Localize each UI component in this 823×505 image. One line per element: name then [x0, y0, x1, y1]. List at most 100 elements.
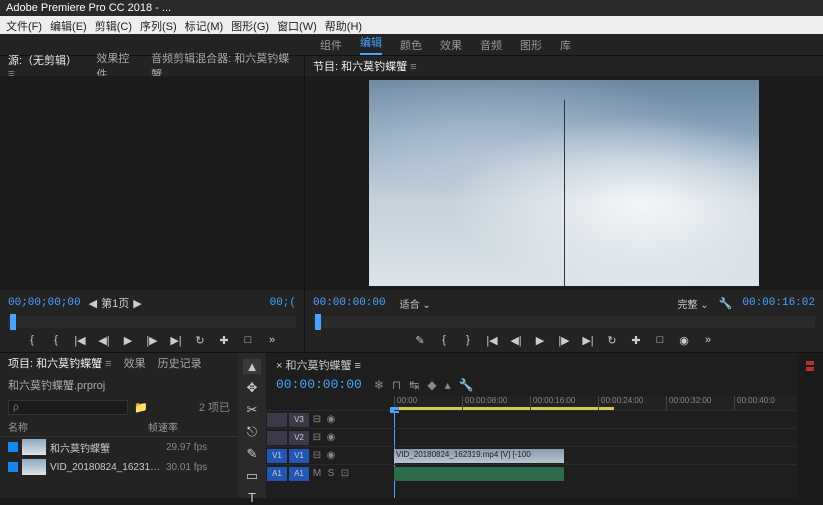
track-toggle-icon[interactable]: S — [324, 468, 338, 479]
track-bodies[interactable]: VID_20180824_162319.mp4 [V] [-100 — [394, 410, 797, 498]
transport-button[interactable]: { — [49, 333, 63, 347]
tool-button[interactable]: T — [243, 490, 261, 505]
track-source-button[interactable]: A1 — [267, 467, 287, 481]
transport-button[interactable]: ▶| — [581, 333, 595, 347]
track-target-button[interactable]: V1 — [289, 449, 309, 463]
fit-dropdown[interactable]: 适合 — [400, 296, 431, 311]
menu-item[interactable]: 标记(M) — [183, 18, 226, 32]
track-toggle-icon[interactable]: ⊟ — [310, 414, 324, 425]
workspace-tab[interactable]: 图形 — [520, 37, 542, 53]
transport-button[interactable]: ✎ — [413, 333, 427, 347]
transport-button[interactable]: » — [701, 333, 715, 347]
source-timecode-in[interactable]: 00;00;00;00 — [8, 297, 81, 309]
menu-item[interactable]: 帮助(H) — [323, 18, 364, 32]
track-toggle-icon[interactable]: M — [310, 468, 324, 479]
menu-item[interactable]: 序列(S) — [138, 18, 179, 32]
transport-button[interactable]: ↻ — [605, 333, 619, 347]
menu-item[interactable]: 编辑(E) — [48, 18, 89, 32]
project-panel-tab[interactable]: 效果 — [124, 355, 146, 371]
transport-button[interactable]: ▶ — [121, 333, 135, 347]
transport-button[interactable]: ◀| — [509, 333, 523, 347]
tool-button[interactable]: ✥ — [243, 380, 261, 396]
tool-button[interactable]: ⎋ — [243, 424, 261, 440]
transport-button[interactable]: ✚ — [217, 333, 231, 347]
track-target-button[interactable]: A1 — [289, 467, 309, 481]
pager-next-icon[interactable]: ▶ — [131, 297, 143, 310]
track-target-button[interactable]: V3 — [289, 413, 309, 427]
program-timecode-in[interactable]: 00:00:00:00 — [313, 297, 386, 309]
transport-button[interactable]: |◀ — [73, 333, 87, 347]
timeline-toggle-icon[interactable]: ▴ — [445, 378, 451, 392]
transport-button[interactable]: { — [437, 333, 451, 347]
timeline-timecode[interactable]: 00:00:00:00 — [276, 377, 362, 392]
project-panel-tab[interactable]: 历史记录 — [158, 355, 202, 371]
transport-button[interactable]: ▶| — [169, 333, 183, 347]
source-monitor[interactable] — [0, 76, 304, 290]
transport-button[interactable]: ↻ — [193, 333, 207, 347]
track-toggle-icon[interactable]: ⊟ — [310, 450, 324, 461]
pager-prev-icon[interactable]: ◀ — [87, 297, 99, 310]
track-toggle-icon[interactable]: ◉ — [324, 414, 338, 425]
menu-item[interactable]: 剪辑(C) — [93, 18, 134, 32]
track-body[interactable] — [394, 410, 797, 428]
program-timecode-out[interactable]: 00:00:16:02 — [742, 297, 815, 309]
transport-button[interactable]: » — [265, 333, 279, 347]
workspace-tab[interactable]: 组件 — [320, 37, 342, 53]
program-playhead-icon[interactable] — [315, 314, 321, 330]
transport-button[interactable]: ◉ — [677, 333, 691, 347]
source-timecode-out[interactable]: 00;( — [270, 297, 296, 309]
program-ruler[interactable] — [313, 316, 815, 328]
col-framerate[interactable]: 帧速率 — [148, 419, 178, 434]
tool-button[interactable]: ✂ — [243, 402, 261, 418]
program-monitor[interactable] — [305, 76, 823, 290]
workspace-tab[interactable]: 音频 — [480, 37, 502, 53]
track-source-button[interactable]: V1 — [267, 449, 287, 463]
transport-button[interactable]: |▶ — [145, 333, 159, 347]
workspace-tab[interactable]: 颜色 — [400, 37, 422, 53]
timeline-toggle-icon[interactable]: ◆ — [427, 378, 436, 392]
item-checkbox[interactable] — [8, 442, 18, 452]
transport-button[interactable]: { — [25, 333, 39, 347]
transport-button[interactable]: □ — [653, 333, 667, 347]
transport-button[interactable]: ▶ — [533, 333, 547, 347]
project-item[interactable]: 和六莫钓蝶蟹29.97 fps — [8, 437, 230, 457]
item-checkbox[interactable] — [8, 462, 18, 472]
transport-button[interactable]: □ — [241, 333, 255, 347]
track-body[interactable] — [394, 428, 797, 446]
track-toggle-icon[interactable]: ◉ — [324, 432, 338, 443]
workspace-tab[interactable]: 编辑 — [360, 34, 382, 55]
track-target-button[interactable]: V2 — [289, 431, 309, 445]
track-toggle-icon[interactable]: ⊟ — [310, 432, 324, 443]
program-tab[interactable]: 节目: 和六莫钓蝶蟹 — [313, 58, 417, 74]
timeline-ruler[interactable]: 00:0000:00:08:0000:00:16:0000:00:24:0000… — [394, 396, 797, 410]
menu-item[interactable]: 文件(F) — [4, 18, 44, 32]
menu-item[interactable]: 图形(G) — [229, 18, 271, 32]
project-item[interactable]: VID_20180824_162319.mp430.01 fps — [8, 457, 230, 477]
tool-button[interactable]: ▲ — [243, 359, 261, 374]
source-playhead-icon[interactable] — [10, 314, 16, 330]
track-source-button[interactable] — [267, 431, 287, 445]
workspace-tab[interactable]: 库 — [560, 37, 571, 53]
timeline-toggle-icon[interactable]: ↹ — [409, 378, 419, 392]
col-name[interactable]: 名称 — [8, 419, 148, 434]
track-body[interactable]: VID_20180824_162319.mp4 [V] [-100 — [394, 446, 797, 464]
wrench-icon[interactable]: 🔧 — [719, 297, 733, 310]
transport-button[interactable]: ✚ — [629, 333, 643, 347]
timeline-toggle-icon[interactable]: ❄ — [374, 378, 384, 392]
tool-button[interactable]: ✎ — [243, 446, 261, 462]
timeline-toggle-icon[interactable]: ⊓ — [392, 378, 401, 392]
track-toggle-icon[interactable]: ⊡ — [338, 468, 352, 479]
project-search-input[interactable] — [8, 400, 128, 415]
bin-icon[interactable]: 📁 — [134, 401, 148, 414]
timeline-tab[interactable]: × 和六莫钓蝶蟹 ≡ — [266, 353, 797, 377]
transport-button[interactable]: |▶ — [557, 333, 571, 347]
transport-button[interactable]: } — [461, 333, 475, 347]
source-ruler[interactable] — [8, 316, 296, 328]
timeline-toggle-icon[interactable]: 🔧 — [459, 378, 474, 392]
audio-clip[interactable] — [394, 467, 564, 481]
project-panel-tab[interactable]: 项目: 和六莫钓蝶蟹 — [8, 355, 112, 371]
workspace-tab[interactable]: 效果 — [440, 37, 462, 53]
menu-item[interactable]: 窗口(W) — [275, 18, 319, 32]
full-dropdown[interactable]: 完整 — [678, 296, 709, 311]
video-clip[interactable]: VID_20180824_162319.mp4 [V] [-100 — [394, 449, 564, 463]
